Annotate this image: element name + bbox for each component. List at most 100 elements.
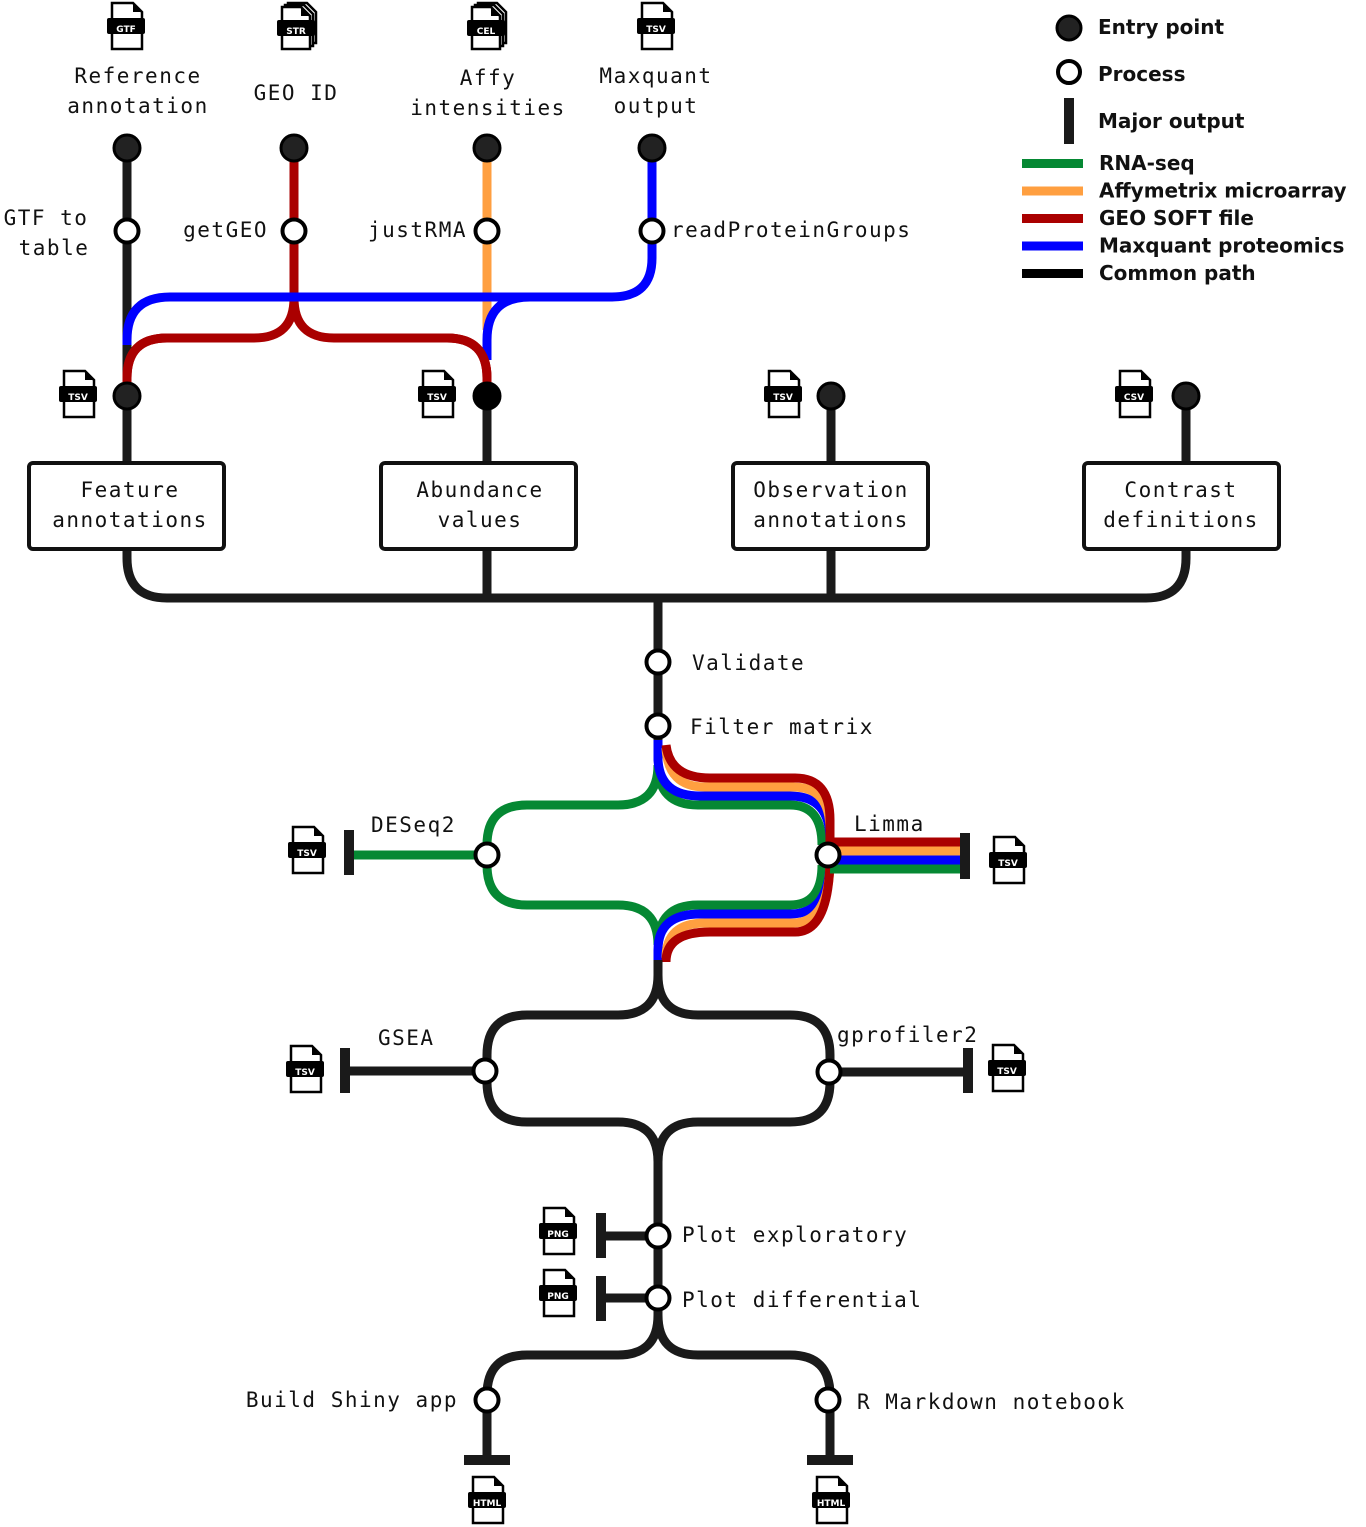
reference-label-line2: annotation <box>67 94 208 118</box>
affy-label-line1: Affy <box>460 66 517 90</box>
file-type-label: TSV <box>297 849 317 859</box>
geo-id-label: GEO ID <box>254 81 339 105</box>
legend-line-swatch <box>1022 159 1083 168</box>
legend-line-label: Common path <box>1099 261 1256 285</box>
legend-line-swatch <box>1022 186 1083 196</box>
process-node-rmarkdown[interactable] <box>814 1386 842 1414</box>
shiny-output-bar <box>464 1455 510 1465</box>
deseq2-label: DESeq2 <box>371 813 456 837</box>
geo-line-left <box>122 297 299 395</box>
csv-file-icon: CSV <box>1114 369 1154 419</box>
tsv-file-icon: TSV <box>763 369 803 419</box>
shiny-branch <box>482 1314 663 1460</box>
getgeo-label: getGEO <box>183 218 268 242</box>
legend-lines: RNA-seq Affymetrix microarray GEO SOFT fil… <box>1022 151 1347 285</box>
box-abundance[interactable]: Abundance values <box>379 461 578 551</box>
legend-line-label: RNA-seq <box>1099 151 1195 175</box>
tsv-file-icon: TSV <box>417 369 457 419</box>
file-type-label: TSV <box>427 393 447 403</box>
build-shiny-app-label: Build Shiny app <box>246 1388 458 1412</box>
process-node-gprofiler[interactable] <box>815 1058 843 1086</box>
file-type-label: TSV <box>997 1067 1017 1077</box>
box-observation[interactable]: Observation annotations <box>731 461 930 551</box>
box-feature-line2: annotations <box>52 508 208 532</box>
rnaseq-deseq-top <box>482 764 663 855</box>
input-routes <box>122 148 657 395</box>
gsea-output-bar <box>340 1048 350 1093</box>
entry-node-abundance[interactable] <box>472 381 502 411</box>
entry-node-observation[interactable] <box>816 381 846 411</box>
process-node-validate[interactable] <box>644 648 672 676</box>
entry-node-reference[interactable] <box>112 133 142 163</box>
html-file-icon: HTML <box>811 1475 851 1525</box>
process-node-readproteingroups[interactable] <box>638 217 666 245</box>
box-contrast[interactable]: Contrast definitions <box>1082 461 1281 551</box>
box-feature[interactable]: Feature annotations <box>27 461 226 551</box>
common-bus <box>122 548 1191 603</box>
file-type-label: CSV <box>1124 393 1144 403</box>
box-feature-line1: Feature <box>80 478 179 502</box>
legend-process-icon <box>1056 59 1082 85</box>
entry-node-maxquant[interactable] <box>637 133 667 163</box>
str-multi-file-icon: STR <box>276 1 318 51</box>
process-node-limma[interactable] <box>814 841 842 869</box>
process-node-gsea[interactable] <box>471 1057 499 1085</box>
legend-line-label: Affymetrix microarray <box>1099 179 1347 203</box>
plot-exp-output-bar <box>596 1213 606 1258</box>
process-node-plot-exploratory[interactable] <box>644 1222 672 1250</box>
entry-node-affy[interactable] <box>472 133 502 163</box>
process-node-gtf-to-table[interactable] <box>113 217 141 245</box>
entry-node-feature[interactable] <box>112 381 142 411</box>
file-type-label: TSV <box>68 393 88 403</box>
geo-line-right <box>289 297 492 395</box>
tsv-file-icon: TSV <box>58 369 98 419</box>
legend: Entry point Process Major output RNA-seq… <box>1022 14 1347 285</box>
gtf-to-table-label-line1: GTF to <box>4 206 89 230</box>
file-type-label: HTML <box>473 1499 502 1509</box>
legend-line-label: Maxquant proteomics <box>1099 234 1344 258</box>
differential-routes <box>344 740 970 963</box>
file-type-label: CEL <box>477 27 496 37</box>
file-type-label: GTF <box>116 25 136 35</box>
gtf-to-table-label-line2: table <box>19 236 90 260</box>
tsv-file-icon: TSV <box>987 1043 1027 1093</box>
box-abundance-line1: Abundance <box>416 478 543 502</box>
legend-line-swatch <box>1022 241 1083 251</box>
legend-entry-point-label: Entry point <box>1098 15 1224 39</box>
process-node-shiny[interactable] <box>473 1386 501 1414</box>
box-contrast-line2: definitions <box>1103 508 1259 532</box>
process-node-filter[interactable] <box>644 712 672 740</box>
entry-node-geo[interactable] <box>279 133 309 163</box>
plot-diff-output-bar <box>596 1276 606 1321</box>
gsea-bottom <box>482 1072 663 1163</box>
process-node-justrma[interactable] <box>473 217 501 245</box>
process-node-getgeo[interactable] <box>280 217 308 245</box>
reference-label-line1: Reference <box>74 64 201 88</box>
box-abundance-line2: values <box>438 508 523 532</box>
gtf-file-icon: GTF <box>106 1 146 51</box>
legend-process-label: Process <box>1098 62 1186 86</box>
plot-exploratory-label: Plot exploratory <box>682 1223 908 1247</box>
file-type-label: STR <box>286 27 306 37</box>
process-node-deseq2[interactable] <box>473 841 501 869</box>
html-file-icon: HTML <box>467 1475 507 1525</box>
tsv-file-icon: TSV <box>988 835 1028 885</box>
limma-output-bar <box>960 833 970 879</box>
tsv-file-icon: TSV <box>636 1 676 51</box>
gprofiler2-label: gprofiler2 <box>837 1023 978 1047</box>
legend-line-label: GEO SOFT file <box>1099 206 1254 230</box>
plot-differential-label: Plot differential <box>682 1288 922 1312</box>
workflow-diagram: Feature annotations Abundance values Obs… <box>4 1 1347 1525</box>
gprof-top <box>653 974 835 1072</box>
readproteingroups-label: readProteinGroups <box>671 218 911 242</box>
process-node-plot-differential[interactable] <box>644 1284 672 1312</box>
file-type-label: TSV <box>646 25 666 35</box>
gsea-label: GSEA <box>378 1026 435 1050</box>
maxquant-line-trunk <box>530 148 657 302</box>
limma-label: Limma <box>854 812 925 836</box>
file-type-label: TSV <box>998 859 1018 869</box>
affy-label-line2: intensities <box>410 96 566 120</box>
png-file-icon: PNG <box>538 1268 578 1318</box>
filter-matrix-label: Filter matrix <box>690 715 874 739</box>
entry-node-contrast[interactable] <box>1171 381 1201 411</box>
